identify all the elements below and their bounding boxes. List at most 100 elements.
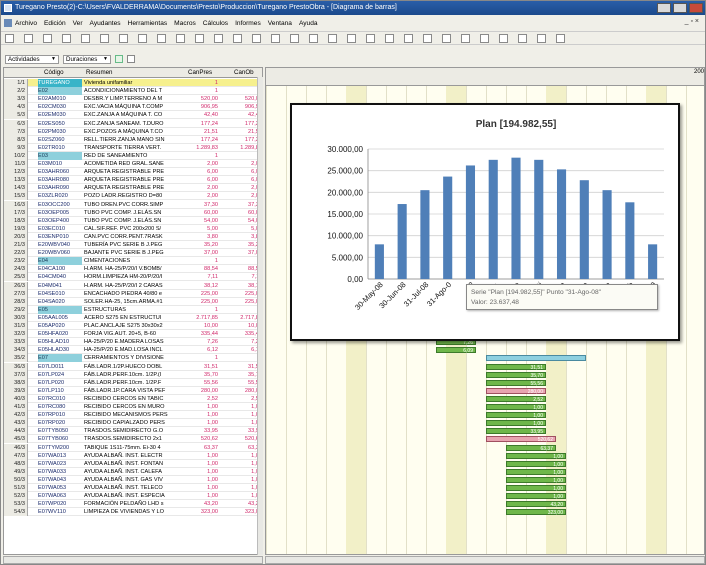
table-horizontal-scrollbar[interactable] xyxy=(3,556,263,564)
zoom-in-icon[interactable] xyxy=(442,34,451,43)
table-row[interactable]: 36/3 E07LD011 FÁB.LADR.1/2P.HUECO DOBL 31,5… xyxy=(4,362,262,371)
menu-item-1[interactable]: Edición xyxy=(44,20,66,27)
gantt-task-bar[interactable]: 6,09 xyxy=(436,347,476,354)
table-row[interactable]: 15/3 E03ZLR020 POZO LADR.REGISTRO D=80 2,00… xyxy=(4,192,262,201)
table-row[interactable]: 23/2 E04CIMENTACIONES 11 xyxy=(4,257,262,266)
collapse-icon[interactable] xyxy=(385,34,394,43)
redo-icon[interactable] xyxy=(176,34,185,43)
copy-icon[interactable] xyxy=(119,34,128,43)
page-icon[interactable] xyxy=(127,55,135,63)
gantt-task-bar[interactable]: 43,20 xyxy=(506,501,566,508)
table-row[interactable]: 10/2 E03RED DE SANEAMIENTO 11 xyxy=(4,151,262,160)
chart-icon[interactable] xyxy=(290,34,299,43)
expand-icon[interactable] xyxy=(366,34,375,43)
col-canpres-header[interactable]: CanPres xyxy=(188,69,212,76)
gantt-task-bar[interactable]: 63,37 xyxy=(506,444,556,452)
table-row[interactable]: 20/3 E03ENP010 CAN.PVC CORR.PENT.7RASK 3,80… xyxy=(4,232,262,241)
chart-bar[interactable] xyxy=(534,159,544,279)
report-icon[interactable] xyxy=(537,34,546,43)
gantt-task-bar[interactable]: 55,56 xyxy=(486,379,546,387)
menu-item-7[interactable]: Informes xyxy=(235,20,261,27)
chart-bar[interactable] xyxy=(465,165,476,279)
next-icon[interactable] xyxy=(233,34,242,43)
table-row[interactable]: 6/3 E02ES050 EXC.ZANJA SANEAM. T.DURO 177,2… xyxy=(4,119,262,128)
chart-bar[interactable] xyxy=(602,190,612,279)
table-row[interactable]: 9/3 E02TR010 TRANSPORTE TIERRA VERT. 1.289,… xyxy=(4,143,262,152)
chart-bar[interactable] xyxy=(488,159,498,279)
chart-bar[interactable] xyxy=(579,180,589,279)
chart-bar[interactable] xyxy=(648,244,658,279)
table-row[interactable]: 17/3 E03OEP005 TUBO PVC COMP. J.ELÁS.SN 60,… xyxy=(4,208,262,217)
gantt-horizontal-scrollbar[interactable] xyxy=(265,556,705,564)
table-row[interactable]: 30/3 E05AAL005 ACERO S275 EN ESTRUCTUI 2.71… xyxy=(4,313,262,322)
table-row[interactable]: 24/3 E04CA100 H.ARM. HA-25/P/20/I V.BOMB/8… xyxy=(4,265,262,274)
table-row[interactable]: 22/3 E20WBV060 BAJANTE PVC SERIE B J.PEG 37… xyxy=(4,249,262,258)
table-row[interactable]: 50/3 E07WA043 AYUDA ALBAÑ. INST. GAS VIV 1,… xyxy=(4,475,262,484)
table-row[interactable]: 13/3 E03AHR080 ARQUETA REGISTRABLE PRE 6,00… xyxy=(4,176,262,185)
table-row[interactable]: 26/3 E04M041 H.ARM. HA-25/P/20/I 2 CARAS 38… xyxy=(4,281,262,290)
maximize-button[interactable] xyxy=(673,3,687,13)
cut-icon[interactable] xyxy=(100,34,109,43)
table-row[interactable]: 43/3 E07RP020 RECIBIDO CAPIALZADO PERS 1,00… xyxy=(4,419,262,428)
gantt-task-bar[interactable]: 1,00 xyxy=(486,420,546,427)
calc-icon[interactable] xyxy=(309,34,318,43)
table-row[interactable]: 16/3 E03OCC200 TUBO DREN.PVC CORR.SIMP 37,3… xyxy=(4,200,262,209)
mdi-controls[interactable]: _ ▫ × xyxy=(685,18,699,25)
level-icon[interactable] xyxy=(480,34,489,43)
chart-bar[interactable] xyxy=(625,202,635,279)
gantt-task-bar[interactable]: 1,00 xyxy=(486,412,546,419)
table-row[interactable]: 12/3 E03AHR060 ARQUETA REGISTRABLE PRE 6,00… xyxy=(4,168,262,177)
gantt-task-bar[interactable]: 520,62 xyxy=(486,436,556,443)
close-button[interactable] xyxy=(689,3,703,13)
gantt-task-bar[interactable]: 1,00 xyxy=(506,493,566,500)
table-row[interactable]: 2/2 E02ACONDICIONAMIENTO DEL T 11 xyxy=(4,87,262,96)
menu-item-8[interactable]: Ventana xyxy=(268,20,292,27)
chart-bar[interactable] xyxy=(511,157,521,279)
table-row[interactable]: 42/3 E07RP010 RECIBIDO MECANISMOS PERS 1,00… xyxy=(4,411,262,420)
gantt-task-bar[interactable]: 31,51 xyxy=(486,363,546,371)
table-row[interactable]: 3/3 E02AM010 DESBR.Y LIMP.TERRENO A M 520,0… xyxy=(4,95,262,104)
table-row[interactable]: 35/2 E07CERRAMIENTOS Y DIVISIONE 11 xyxy=(4,354,262,363)
paste-icon[interactable] xyxy=(138,34,147,43)
gantt-task-bar[interactable]: 323,00 xyxy=(506,509,566,516)
gantt-task-bar[interactable]: 33,95 xyxy=(486,428,546,435)
activity-select[interactable]: Actividades ▼ xyxy=(5,54,59,64)
minimize-button[interactable] xyxy=(657,3,671,13)
table-row[interactable]: 5/3 E02EM030 EXC.ZANJA A MÁQUINA T. CO 42,4… xyxy=(4,111,262,120)
table-row[interactable]: 29/2 E05ESTRUCTURAS 11 xyxy=(4,305,262,314)
table-row[interactable]: 52/3 E07WA063 AYUDA ALBAÑ. INST. ESPECIA 1,… xyxy=(4,492,262,501)
table-row[interactable]: 40/3 E07RC010 RECIBIDO CERCOS EN TABIC 2,52… xyxy=(4,394,262,403)
menu-item-9[interactable]: Ayuda xyxy=(299,20,318,27)
gantt-task-bar[interactable]: 1,00 xyxy=(506,460,566,468)
table-row[interactable]: 1/1 TUREGANOVivienda unifamiliar 11 xyxy=(4,79,262,88)
table-row[interactable]: 21/3 E20WBV040 TUBERÍA PVC SERIE B J.PEG 35… xyxy=(4,241,262,250)
gantt-task-bar[interactable]: 1,00 xyxy=(506,468,566,476)
chart-bar[interactable] xyxy=(443,176,453,279)
table-icon[interactable] xyxy=(271,34,280,43)
gantt-task-bar[interactable]: 1,00 xyxy=(506,485,566,492)
duration-select[interactable]: Duraciones ▼ xyxy=(63,54,111,64)
gantt-task-bar[interactable]: 1,00 xyxy=(506,452,566,460)
chart-bar[interactable] xyxy=(374,244,384,279)
table-row[interactable]: 14/3 E03AHR090 ARQUETA REGISTRABLE PRE 2,00… xyxy=(4,184,262,193)
table-row[interactable]: 38/3 E07LP020 FÁB.LADR.PERF.10cm. 1/2P.F 55… xyxy=(4,378,262,387)
prev-icon[interactable] xyxy=(214,34,223,43)
sort-icon[interactable] xyxy=(347,34,356,43)
chart-bar[interactable] xyxy=(420,190,430,279)
gantt-summary-bar[interactable] xyxy=(486,355,586,362)
undo-icon[interactable] xyxy=(157,34,166,43)
table-row[interactable]: 44/3 E07TYB050 TRASDOS.SEMIDIRECTO G.O 33,9… xyxy=(4,427,262,436)
table-row[interactable]: 45/3 E07TYB060 TRASDOS.SEMIDIRECTO 2x1 520,… xyxy=(4,435,262,444)
help-icon[interactable] xyxy=(556,34,565,43)
table-row[interactable]: 34/3 E05HLAD30 HA-25/P/20 E.MAD.LOSA INCL 6… xyxy=(4,346,262,355)
table-vertical-scrollbar[interactable] xyxy=(257,77,263,555)
print-icon[interactable] xyxy=(62,34,71,43)
table-row[interactable]: 51/3 E07WA053 AYUDA ALBAÑ. INST. TELECO 1,0… xyxy=(4,484,262,493)
gantt-task-bar[interactable]: 2,52 xyxy=(486,395,546,403)
gantt-task-bar[interactable]: 1,00 xyxy=(506,476,566,484)
col-code-header[interactable]: Código xyxy=(44,69,64,76)
table-row[interactable]: 33/3 E05HLAD10 HA-25/P/20 E.MADERA LOSAS 7,… xyxy=(4,338,262,347)
save-icon[interactable] xyxy=(43,34,52,43)
filter-icon[interactable] xyxy=(328,34,337,43)
table-row[interactable]: 48/3 E07WA023 AYUDA ALBAÑ. INST. FONTAN 1,0… xyxy=(4,459,262,468)
